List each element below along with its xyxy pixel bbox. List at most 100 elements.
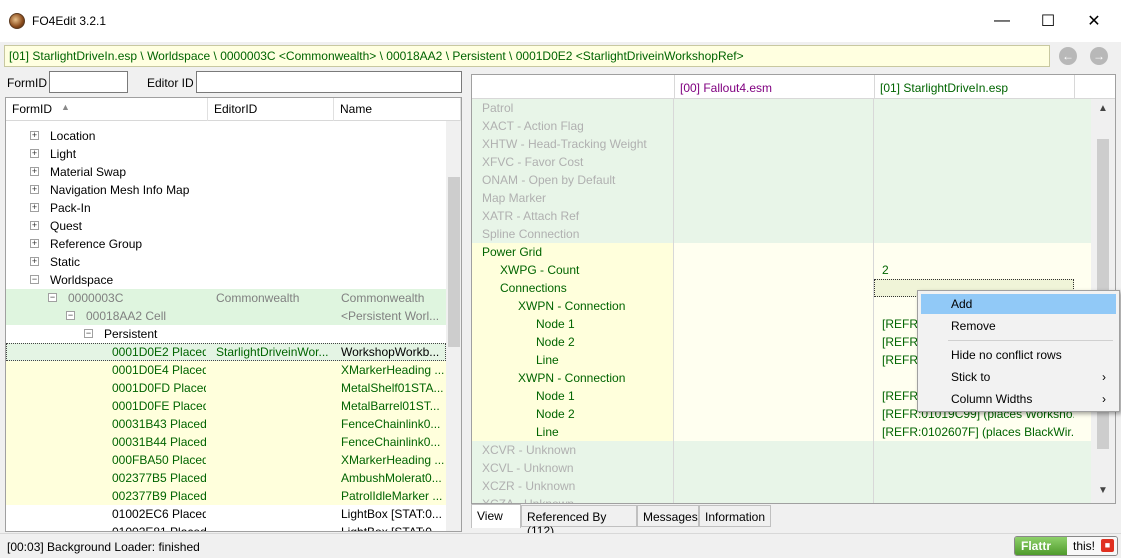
tree-row[interactable]: − 0000003C Commonwealth Commonwealth [6,289,446,307]
tree-row[interactable]: + Static [6,253,446,271]
flattr-button[interactable]: Flattr this! ■ [1014,536,1118,556]
tree-row[interactable]: + Pack-In [6,199,446,217]
grid-cell-starlight[interactable] [874,171,1074,189]
grid-row[interactable]: Spline Connection [472,225,1092,243]
grid-cell-starlight[interactable] [874,207,1074,225]
grid-cell-fallout4[interactable] [674,171,874,189]
expand-icon[interactable]: + [30,149,39,158]
grid-cell-fallout4[interactable] [674,261,874,279]
scroll-down-icon[interactable]: ▼ [1091,485,1115,501]
tree-row[interactable]: 0001D0E2 Placed Object StarlightDriveinWo… [6,343,446,361]
maximize-button[interactable]: ☐ [1025,0,1071,42]
collapse-icon[interactable]: − [84,329,93,338]
plugin-header-starlight[interactable]: [01] StarlightDriveIn.esp [880,81,1008,95]
scroll-up-icon[interactable]: ▲ [1091,103,1115,119]
menu-item-stick-to[interactable]: Stick to › [921,367,1116,387]
tree-row[interactable]: 0001D0FE Placed Object MetalBarrel01ST... [6,397,446,415]
collapse-icon[interactable]: − [48,293,57,302]
formid-filter-input[interactable] [49,71,128,93]
editorid-filter-input[interactable] [196,71,462,93]
grid-row[interactable]: Power Grid [472,243,1092,261]
grid-row[interactable]: XATR - Attach Ref [472,207,1092,225]
grid-cell-fallout4[interactable] [674,297,874,315]
expand-icon[interactable]: + [30,203,39,212]
tree-row[interactable]: 000FBA50 Placed Object XMarkerHeading ... [6,451,446,469]
tab-referenced-by[interactable]: Referenced By (112) [521,505,637,538]
grid-cell-starlight[interactable] [874,477,1074,495]
expand-icon[interactable]: + [30,257,39,266]
tree-row[interactable]: 00031B44 Placed Object FenceChainlink0... [6,433,446,451]
grid-cell-fallout4[interactable] [674,99,874,117]
record-tree[interactable]: FormID ▲ EditorID Name + Location + Light + M… [5,97,462,532]
grid-cell-fallout4[interactable] [674,117,874,135]
tree-row[interactable]: + Navigation Mesh Info Map [6,181,446,199]
tree-row[interactable]: 01002E81 Placed Object LightBox [STAT:0..… [6,523,446,531]
collapse-icon[interactable]: − [30,275,39,284]
expand-icon[interactable]: + [30,131,39,140]
tree-row[interactable]: 01002EC6 Placed Object LightBox [STAT:0..… [6,505,446,523]
grid-cell-fallout4[interactable] [674,189,874,207]
plugin-header-fallout4[interactable]: [00] Fallout4.esm [680,81,772,95]
column-header-formid[interactable]: FormID ▲ [6,98,208,121]
grid-cell-fallout4[interactable] [674,495,874,503]
tree-row[interactable]: 0001D0E4 Placed Object XMarkerHeading ... [6,361,446,379]
tab-view[interactable]: View [471,504,521,528]
grid-cell-starlight[interactable]: 2 [874,261,1074,279]
grid-row[interactable]: ONAM - Open by Default [472,171,1092,189]
grid-cell-fallout4[interactable] [674,387,874,405]
grid-row[interactable]: XCVR - Unknown [472,441,1092,459]
grid-cell-fallout4[interactable] [674,315,874,333]
menu-item-column-widths[interactable]: Column Widths › [921,389,1116,409]
grid-cell-starlight[interactable] [874,243,1074,261]
column-header-name[interactable]: Name [334,98,461,121]
grid-cell-fallout4[interactable] [674,225,874,243]
grid-row[interactable]: XFVC - Favor Cost [472,153,1092,171]
grid-cell-starlight[interactable] [874,459,1074,477]
tree-row[interactable]: 002377B5 Placed Object AmbushMolerat0... [6,469,446,487]
expand-icon[interactable]: + [30,185,39,194]
grid-cell-starlight[interactable] [874,441,1074,459]
menu-item-remove[interactable]: Remove [921,316,1116,336]
tree-row[interactable]: − Persistent [6,325,446,343]
grid-cell-starlight[interactable] [874,117,1074,135]
tree-row[interactable]: − Worldspace [6,271,446,289]
forward-arrow-icon[interactable]: → [1090,47,1108,65]
grid-cell-starlight[interactable] [874,225,1074,243]
grid-cell-fallout4[interactable] [674,243,874,261]
menu-item-hide-no-conflict-rows[interactable]: Hide no conflict rows [921,345,1116,365]
expand-icon[interactable]: + [30,167,39,176]
close-button[interactable]: ✕ [1071,0,1117,42]
grid-cell-fallout4[interactable] [674,441,874,459]
grid-cell-fallout4[interactable] [674,153,874,171]
grid-row[interactable]: XACT - Action Flag [472,117,1092,135]
tree-row[interactable]: 002377B9 Placed Object PatrolIdleMarker .… [6,487,446,505]
grid-cell-starlight[interactable]: [REFR:0102607F] (places BlackWir... [874,423,1074,441]
tree-scrollbar-thumb[interactable] [448,177,460,347]
expand-icon[interactable]: + [30,221,39,230]
grid-cell-fallout4[interactable] [674,477,874,495]
tree-row[interactable]: − 00018AA2 Cell <Persistent Worl... [6,307,446,325]
grid-cell-fallout4[interactable] [674,207,874,225]
tree-row[interactable]: + Location [6,127,446,145]
tree-row[interactable]: 0001D0FD Placed Object MetalShelf01STA... [6,379,446,397]
expand-icon[interactable]: + [30,239,39,248]
grid-cell-fallout4[interactable] [674,405,874,423]
grid-cell-fallout4[interactable] [674,279,874,297]
tab-messages[interactable]: Messages [637,505,699,527]
minimize-button[interactable]: — [979,0,1025,42]
grid-row[interactable]: XCZA - Unknown [472,495,1092,503]
tree-row[interactable]: 00031B43 Placed Object FenceChainlink0... [6,415,446,433]
grid-cell-starlight[interactable] [874,153,1074,171]
grid-row[interactable]: XHTW - Head-Tracking Weight [472,135,1092,153]
tree-row[interactable]: + Reference Group [6,235,446,253]
grid-row[interactable]: XCZR - Unknown [472,477,1092,495]
grid-row[interactable]: XCVL - Unknown [472,459,1092,477]
tree-row[interactable]: + Light [6,145,446,163]
column-header-editorid[interactable]: EditorID [208,98,334,121]
grid-cell-fallout4[interactable] [674,135,874,153]
tree-row[interactable]: + Material Swap [6,163,446,181]
grid-row[interactable]: Line [REFR:0102607F] (places BlackWir... [472,423,1092,441]
panel-splitter[interactable] [463,97,469,532]
grid-cell-starlight[interactable] [874,135,1074,153]
grid-cell-starlight[interactable] [874,189,1074,207]
